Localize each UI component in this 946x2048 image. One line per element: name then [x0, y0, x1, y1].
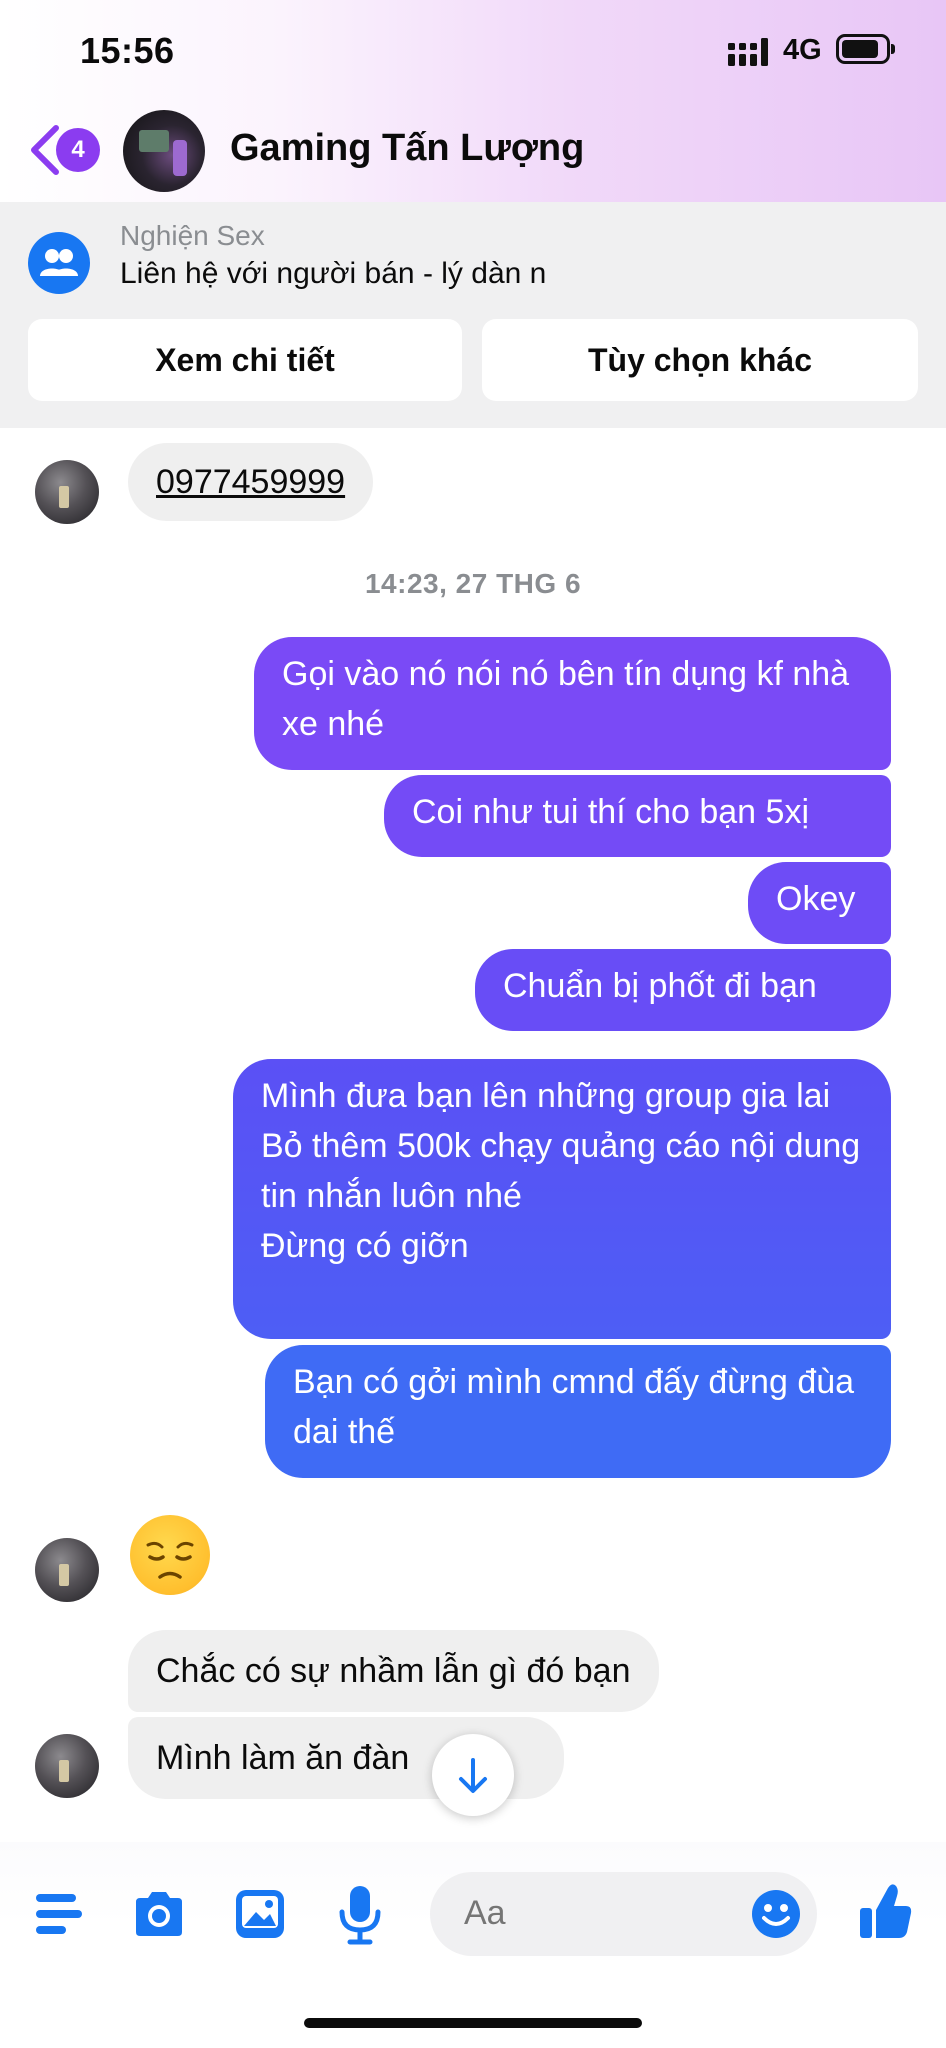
listing-title: Liên hệ với người bán - lý dàn n	[120, 257, 547, 290]
scroll-to-bottom-button[interactable]	[432, 1734, 514, 1816]
emoji-icon[interactable]	[750, 1888, 802, 1940]
sender-avatar[interactable]	[35, 1538, 99, 1602]
microphone-icon[interactable]	[338, 1884, 382, 1946]
home-indicator	[304, 2018, 642, 2028]
battery-icon	[836, 34, 895, 64]
cellular-signal-icon	[728, 38, 768, 66]
outgoing-message[interactable]: Okey	[748, 862, 891, 944]
disappointed-face-emoji	[130, 1515, 210, 1595]
menu-icon[interactable]	[34, 1890, 84, 1938]
contact-avatar[interactable]	[123, 110, 205, 192]
gallery-icon[interactable]	[232, 1886, 288, 1942]
group-name: Nghiện Sex	[120, 220, 265, 251]
sender-avatar[interactable]	[35, 460, 99, 524]
message-input[interactable]	[464, 1894, 724, 1933]
status-time: 15:56	[80, 30, 175, 71]
unread-badge[interactable]: 4	[56, 128, 100, 172]
outgoing-message[interactable]: Mình đưa bạn lên những group gia lai Bỏ …	[233, 1059, 891, 1339]
more-options-button[interactable]: Tùy chọn khác	[482, 319, 918, 401]
sender-avatar[interactable]	[35, 1734, 99, 1798]
message-input-box[interactable]	[430, 1872, 817, 1956]
view-details-button[interactable]: Xem chi tiết	[28, 319, 462, 401]
arrow-down-icon	[459, 1758, 487, 1793]
phone-number-link[interactable]: 0977459999	[128, 443, 374, 521]
network-type: 4G	[783, 34, 822, 66]
like-thumb-icon[interactable]	[858, 1882, 914, 1942]
outgoing-message[interactable]: Chuẩn bị phốt đi bạn	[475, 949, 891, 1031]
outgoing-message[interactable]: Gọi vào nó nói nó bên tín dụng kf nhà xe…	[254, 637, 891, 770]
outgoing-message[interactable]: Bạn có gởi mình cmnd đấy đừng đùa dai th…	[265, 1345, 891, 1478]
contact-name[interactable]: Gaming Tấn Lượng	[230, 127, 584, 170]
incoming-message[interactable]: Chắc có sự nhầm lẫn gì đó bạn	[128, 1630, 659, 1712]
outgoing-message[interactable]: Coi như tui thí cho bạn 5xị	[384, 775, 891, 857]
group-icon	[28, 232, 90, 294]
camera-icon[interactable]	[130, 1888, 188, 1940]
message-timestamp: 14:23, 27 THG 6	[364, 568, 582, 599]
marketplace-panel: Nghiện Sex Liên hệ với người bán - lý dà…	[0, 202, 946, 428]
